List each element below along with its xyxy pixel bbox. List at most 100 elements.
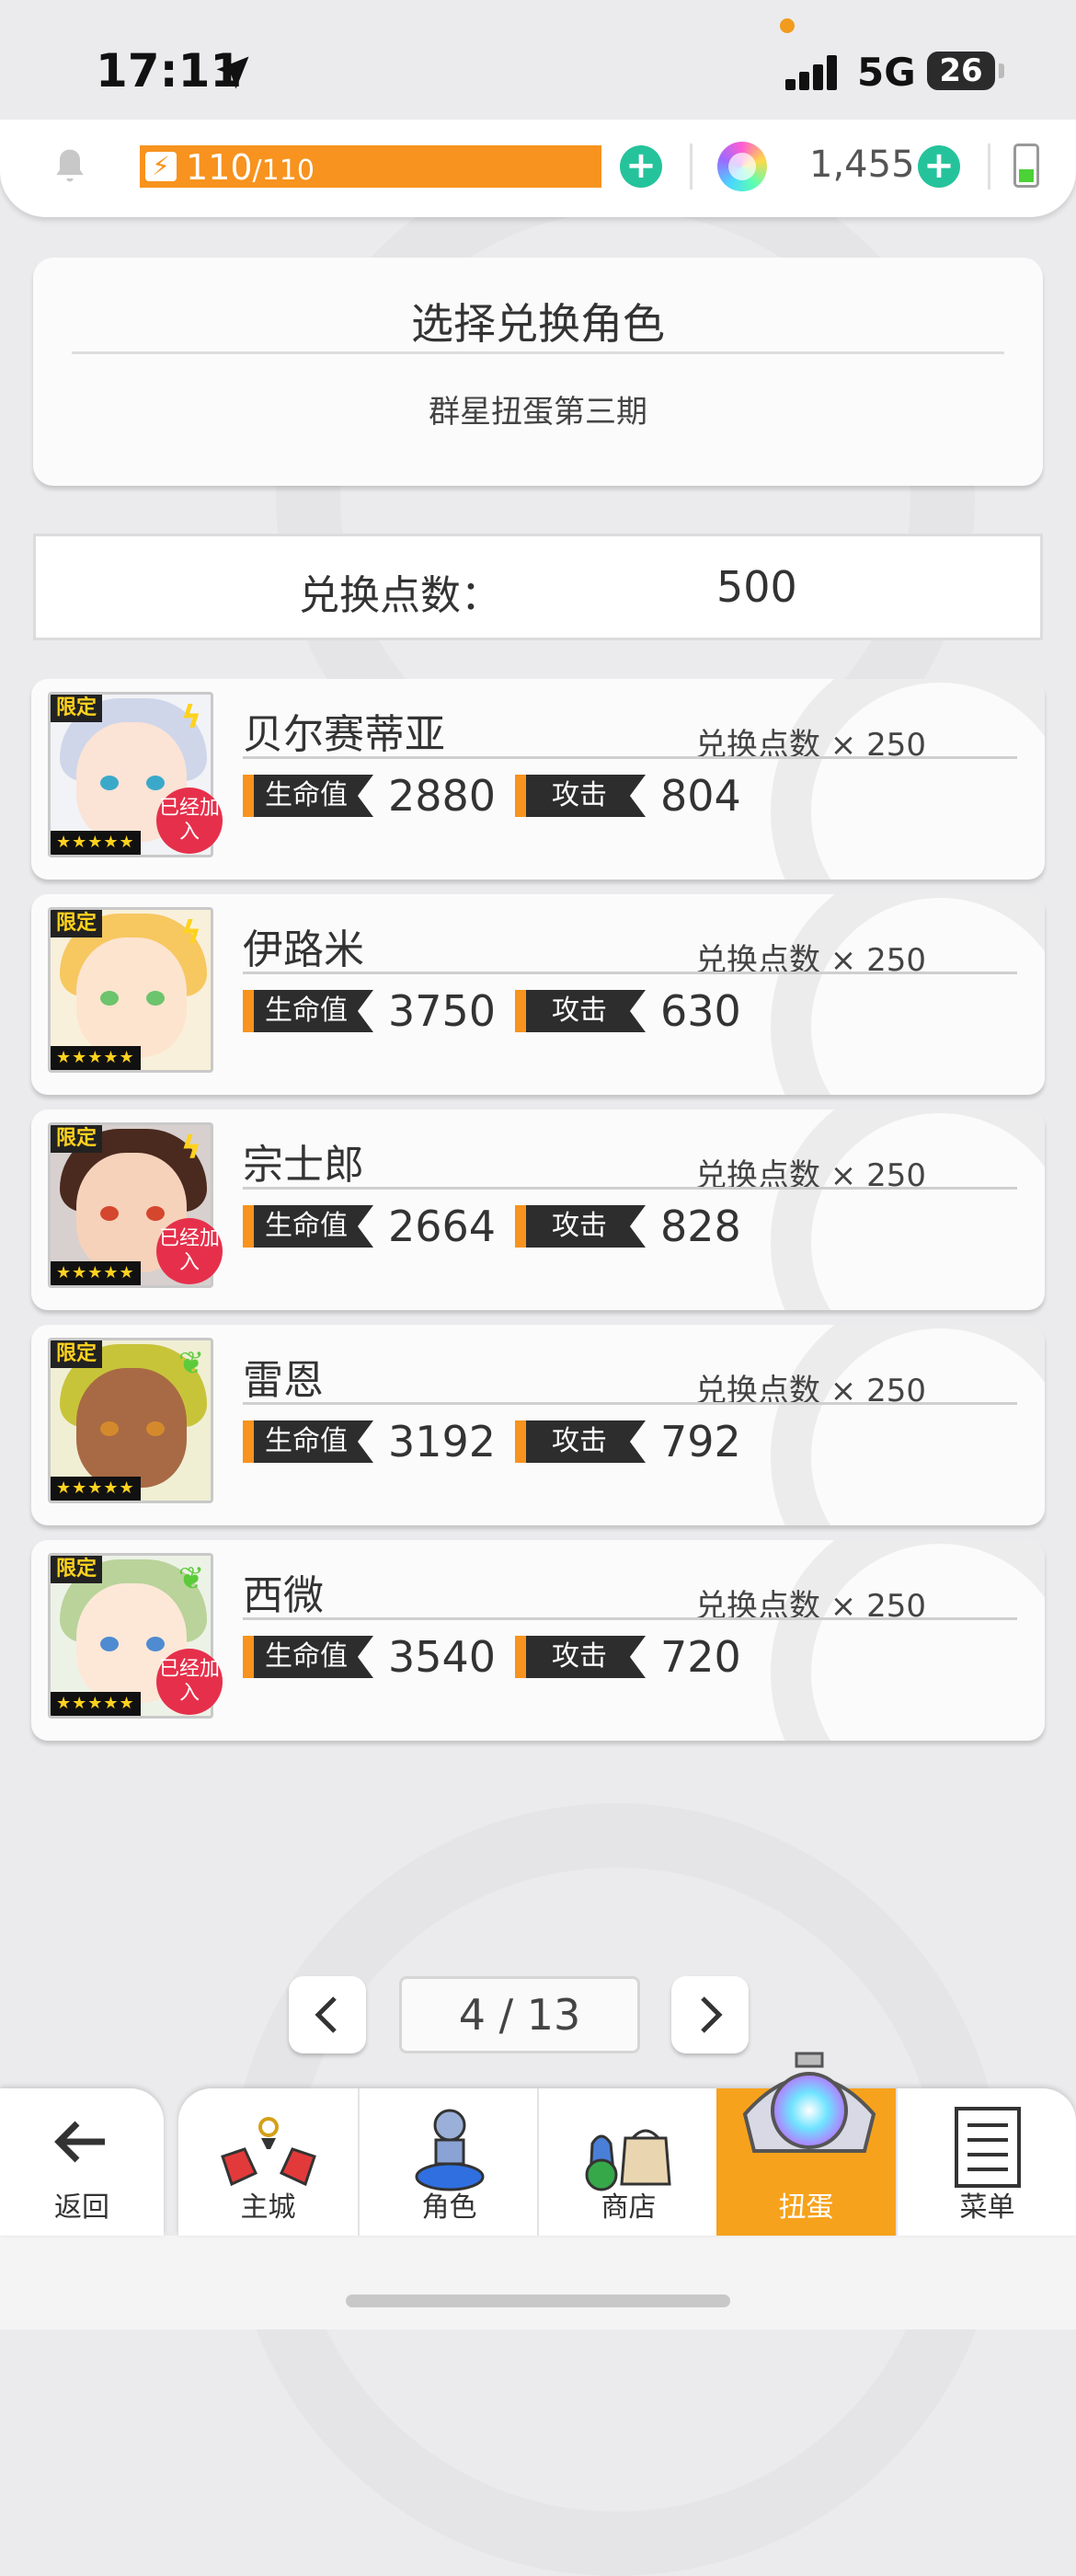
attack-label: 攻击 (515, 990, 646, 1032)
portrait-eye (146, 1637, 165, 1651)
chevron-left-icon (315, 1996, 337, 2033)
character-name: 雷恩 (243, 1357, 324, 1404)
back-label: 返回 (54, 2191, 109, 2224)
character-name: 贝尔赛蒂亚 (243, 711, 445, 758)
hp-label: 生命值 (243, 990, 373, 1032)
add-gems-button[interactable]: + (918, 145, 960, 188)
joined-badge: 已经加入 (156, 788, 223, 854)
add-energy-button[interactable]: + (620, 145, 662, 188)
attack-value: 630 (660, 986, 741, 1036)
attack-stat: 攻击 630 (515, 986, 791, 1036)
lightning-icon: ϟ (180, 699, 202, 736)
hp-stat: 生命值 2664 (243, 1202, 500, 1251)
attack-stat: 攻击 828 (515, 1202, 791, 1251)
hp-stat: 生命值 3192 (243, 1417, 500, 1466)
title-card: 选择兑换角色 群星扭蛋第三期 (33, 258, 1043, 486)
attack-label: 攻击 (515, 1205, 646, 1248)
energy-bar: ⚡ 110/110 (140, 145, 601, 188)
rarity-stars: ★★★★★ (51, 1692, 141, 1716)
rarity-stars: ★★★★★ (51, 1261, 141, 1285)
attack-value: 828 (660, 1202, 741, 1251)
shop-icon (585, 2129, 671, 2191)
divider (243, 972, 1017, 974)
home-indicator (346, 2294, 730, 2307)
exchange-points-value: 500 (716, 562, 797, 612)
limited-badge: 限定 (51, 1340, 103, 1368)
limited-badge: 限定 (51, 695, 103, 722)
leaf-icon: ❦ (177, 1560, 205, 1597)
portrait-eye (146, 776, 165, 790)
divider (243, 1187, 1017, 1190)
hp-value: 3540 (388, 1632, 497, 1682)
divider (243, 1402, 1017, 1405)
lightning-icon: ϟ (180, 1130, 202, 1167)
rarity-stars: ★★★★★ (51, 831, 141, 855)
status-bar: 17:11 5G 26 (0, 0, 1076, 120)
attack-value: 720 (660, 1632, 741, 1682)
character-portrait: 限定 ϟ ★★★★★ (48, 907, 213, 1073)
character-row[interactable]: 限定 ❦ ★★★★★ 已经加入 西微 兑换点数 × 250 生命值 3540 攻… (31, 1540, 1045, 1741)
resource-bar: ⚡ 110/110 + 1,455 + (0, 120, 1076, 217)
hp-value: 2664 (388, 1202, 497, 1251)
character-portrait: 限定 ❦ ★★★★★ (48, 1338, 213, 1503)
attack-label: 攻击 (515, 1420, 646, 1463)
portrait-eye (100, 1421, 119, 1436)
portrait-eye (100, 1206, 119, 1221)
bottom-area (0, 2236, 1076, 2329)
attack-value: 792 (660, 1417, 741, 1466)
attack-label: 攻击 (515, 1636, 646, 1678)
character-row[interactable]: 限定 ϟ ★★★★★ 伊路米 兑换点数 × 250 生命值 3750 攻击 63… (31, 894, 1045, 1095)
hp-value: 3750 (388, 986, 497, 1036)
character-icon (415, 2109, 484, 2191)
portrait-eye (100, 776, 119, 790)
energy-value: 110/110 (186, 147, 315, 188)
nav-item-castle[interactable]: 主城 (178, 2088, 358, 2236)
character-name: 伊路米 (243, 926, 364, 973)
character-row[interactable]: 限定 ϟ ★★★★★ 已经加入 宗士郎 兑换点数 × 250 生命值 2664 … (31, 1110, 1045, 1310)
battery-icon: 26 (927, 52, 995, 90)
page-title: 选择兑换角色 (411, 299, 665, 349)
rarity-stars: ★★★★★ (51, 1046, 141, 1070)
castle-icon (220, 2117, 316, 2187)
location-arrow-icon (216, 56, 249, 89)
character-row[interactable]: 限定 ϟ ★★★★★ 已经加入 贝尔赛蒂亚 兑换点数 × 250 生命值 288… (31, 679, 1045, 880)
nav-item-shop[interactable]: 商店 (537, 2088, 718, 2236)
character-row[interactable]: 限定 ❦ ★★★★★ 雷恩 兑换点数 × 250 生命值 3192 攻击 792 (31, 1325, 1045, 1525)
gem-count: 1,455 (809, 144, 915, 186)
previous-page-button[interactable] (289, 1976, 366, 2053)
leaf-icon: ❦ (177, 1345, 205, 1382)
attack-stat: 攻击 720 (515, 1632, 791, 1682)
hp-stat: 生命值 3540 (243, 1632, 500, 1682)
nav-item-character[interactable]: 角色 (358, 2088, 539, 2236)
nav-label-shop: 商店 (601, 2191, 657, 2224)
bell-icon[interactable] (50, 145, 90, 188)
next-page-button[interactable] (671, 1976, 749, 2053)
lightning-icon: ϟ (180, 914, 202, 951)
hp-stat: 生命值 2880 (243, 771, 500, 821)
gacha-icon (742, 2052, 876, 2153)
attack-stat: 攻击 792 (515, 1417, 791, 1466)
battery-tip (999, 63, 1004, 78)
hp-label: 生命值 (243, 775, 373, 817)
page-indicator: 4 / 13 (399, 1976, 640, 2053)
hp-label: 生命值 (243, 1205, 373, 1248)
hp-value: 3192 (388, 1417, 497, 1466)
exchange-points-label: 兑换点数： (299, 572, 501, 619)
device-battery-icon (1013, 144, 1039, 188)
signal-icon (785, 55, 839, 90)
nav-label-character: 角色 (421, 2191, 477, 2224)
hp-stat: 生命值 3750 (243, 986, 500, 1036)
portrait-eye (100, 991, 119, 1006)
nav-item-menu[interactable]: 菜单 (896, 2088, 1076, 2236)
rarity-stars: ★★★★★ (51, 1477, 141, 1501)
limited-badge: 限定 (51, 1125, 103, 1153)
back-button[interactable]: 返回 (0, 2088, 164, 2236)
attack-value: 804 (660, 771, 741, 821)
back-arrow-icon (54, 2121, 105, 2163)
divider (988, 144, 990, 190)
camera-indicator-icon (780, 18, 795, 33)
attack-stat: 攻击 804 (515, 771, 791, 821)
nav-label-gacha: 扭蛋 (778, 2191, 834, 2224)
portrait-face (76, 937, 187, 1057)
network-type: 5G (857, 50, 916, 95)
